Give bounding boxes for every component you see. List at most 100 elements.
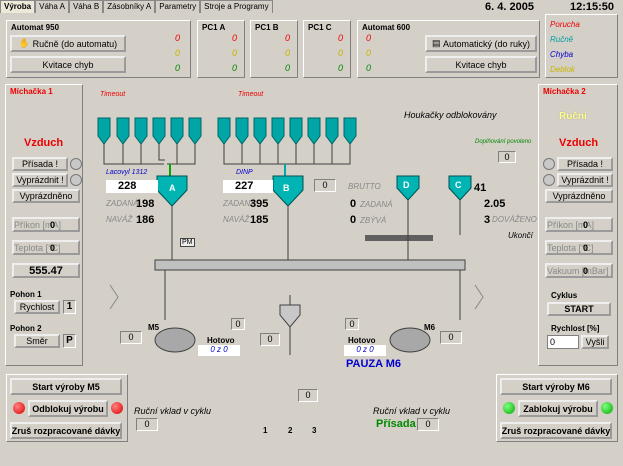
rucni-vklad-1-val: 0 xyxy=(136,418,158,431)
mixer1-rychlost-val: 1 xyxy=(63,300,76,314)
automat600-v1: 0 xyxy=(366,33,372,43)
automat950-mode-label: Ručně (do automatu) xyxy=(32,38,118,49)
mixer2-vysli-button[interactable]: Vyšli xyxy=(581,335,609,349)
automat950-title: Automat 950 xyxy=(11,23,60,32)
mixer1-prikon-val: 0 xyxy=(50,219,56,230)
center-val: 0 xyxy=(260,333,280,346)
mixer2-vakuum-label: Vakuum [mBar] xyxy=(547,265,609,276)
ukonci-label: Ukončí xyxy=(508,231,533,240)
legend-chyba: Chyba xyxy=(550,50,574,59)
center-funnel xyxy=(279,304,301,328)
vaha-d-zadana-label: ZADANÁ xyxy=(360,200,393,209)
pc1b-panel: PC1 B 0 0 0 xyxy=(250,20,298,78)
mixer2-vyprazdnit-button[interactable]: Vyprázdnit ! xyxy=(557,173,613,187)
mixer2-rychlost-input[interactable]: 0 xyxy=(547,335,579,349)
m6-pauza: PAUZA M6 xyxy=(346,358,401,370)
zablokuj-button[interactable]: Zablokuj výrobu xyxy=(518,400,598,417)
hopper-a-letter: A xyxy=(169,183,176,193)
mixer2-teplota-val: 0 xyxy=(583,242,589,253)
mixer1-smer-button[interactable]: Směr xyxy=(14,334,60,348)
hopper-c-letter: C xyxy=(455,180,462,190)
outlet-3: 3 xyxy=(312,426,317,435)
legend-porucha: Porucha xyxy=(550,20,580,29)
m6-hotovo: Hotovo xyxy=(348,336,376,345)
mixer1-vyprazdneno-button[interactable]: Vyprázdněno xyxy=(12,189,80,203)
pc1c-panel: PC1 C 0 0 0 xyxy=(303,20,351,78)
mixer2-panel: Míchačka 2 Ruční Vzduch Přísada ! Vypráz… xyxy=(538,84,618,366)
legend-rucne: Ručně xyxy=(550,35,574,44)
m6-label: M6 xyxy=(424,323,436,332)
vaha-b-name: DINP xyxy=(236,169,253,176)
pc1c-v2: 0 xyxy=(338,48,344,58)
vaha-d-zbyva: 0 xyxy=(350,214,357,226)
mixer2-prisada-button[interactable]: Přísada ! xyxy=(557,157,613,171)
vaha-a-brutto: 228 xyxy=(106,180,158,193)
automat600-panel: Automat 600 0 0 0 ▤ Automatický (do ruky… xyxy=(357,20,540,78)
start-m6-button[interactable]: Start výroby M6 xyxy=(500,378,612,395)
automat600-mode-button[interactable]: ▤ Automatický (do ruky) xyxy=(425,35,537,52)
mixer2-teplota: Teplota [°C] 0 xyxy=(545,240,613,255)
automat950-mode-button[interactable]: ✋ Ručně (do automatu) xyxy=(10,35,126,52)
vaha-d-zbyva-label: ZBÝVÁ xyxy=(360,216,387,225)
m6-led-left xyxy=(503,402,515,414)
pc1a-v2: 0 xyxy=(232,48,238,58)
pc1a-title: PC1 A xyxy=(202,23,226,32)
mixer2-vyprazdnit-led xyxy=(543,174,555,186)
machine-icon: ▤ xyxy=(431,38,441,48)
mixer1-prisada-led xyxy=(70,158,82,170)
mixer1-panel: Míchačka 1 Vzduch Přísada ! Vyprázdnit !… xyxy=(5,84,83,366)
mixer2-vyprazdneno-button[interactable]: Vyprázdněno xyxy=(545,189,613,203)
vaha-a-name: Lacovyl 1312 xyxy=(106,169,148,176)
m6-control-panel: Start výroby M6 Zablokuj výrobu Zruš roz… xyxy=(496,374,618,442)
automat600-title: Automat 600 xyxy=(362,23,411,32)
tab-vaha-b[interactable]: Váha B xyxy=(68,0,104,13)
automat950-v3: 0 xyxy=(175,63,181,73)
tab-zasobniky-a[interactable]: Zásobníky A xyxy=(103,0,156,13)
automat600-v3: 0 xyxy=(366,63,372,73)
m5-control-panel: Start výroby M5 Odblokuj výrobu Zruš roz… xyxy=(6,374,128,442)
m6-led-right xyxy=(601,402,613,414)
outlet-2: 2 xyxy=(288,426,293,435)
outlet-1: 1 xyxy=(263,426,268,435)
automat950-reset-button[interactable]: Kvitace chyb xyxy=(10,56,126,73)
zrus-m5-button[interactable]: Zruš rozpracované dávky xyxy=(10,422,122,439)
m5-led-left xyxy=(13,402,25,414)
mixer1-vyprazdnit-button[interactable]: Vyprázdnit ! xyxy=(12,173,68,187)
start-m5-button[interactable]: Start výroby M5 xyxy=(10,378,122,395)
odblokuj-button[interactable]: Odblokuj výrobu xyxy=(28,400,108,417)
vaha-d-zadana: 0 xyxy=(350,198,357,210)
mixer1-smer-val: P xyxy=(63,334,76,348)
pc1c-v3: 0 xyxy=(338,63,344,73)
tab-vyroba[interactable]: Výroba xyxy=(0,0,36,13)
legend-panel: Porucha Ručně Chyba Deblok xyxy=(545,14,618,78)
legend-deblok: Deblok xyxy=(550,65,575,74)
process-diagram: A B D C xyxy=(97,117,484,355)
m6-cycle: 0 z 0 xyxy=(344,345,386,356)
mixer2-start-button[interactable]: START xyxy=(547,302,611,316)
mixer-m5 xyxy=(154,327,196,353)
mixer2-prikon: Příkon [mA] 0 xyxy=(545,217,613,232)
vaha-a-navaz-label: NAVÁŽ xyxy=(106,215,133,224)
vaha-a-pm: PM xyxy=(180,238,195,247)
mixer2-vakuum-val: 0 xyxy=(583,265,589,276)
rucni-vklad-2-val: 0 xyxy=(417,418,439,431)
vaha-d-brutto-label: BRUTTO xyxy=(348,182,381,191)
tab-stroje[interactable]: Stroje a Programy xyxy=(200,0,273,13)
automat600-reset-button[interactable]: Kvitace chyb xyxy=(425,56,537,73)
mixer2-cyklus: Cyklus xyxy=(551,291,578,300)
time: 12:15:50 xyxy=(570,1,615,13)
pc1b-v2: 0 xyxy=(285,48,291,58)
vaha-a-navaz: 186 xyxy=(136,214,155,226)
zrus-m6-button[interactable]: Zruš rozpracované dávky xyxy=(500,422,612,439)
mixer1-prisada-button[interactable]: Přísada ! xyxy=(12,157,68,171)
date: 6. 4. 2005 xyxy=(485,1,534,13)
mixer1-rychlost-button[interactable]: Rychlost xyxy=(14,300,60,314)
mixer1-teplota-val: 0 xyxy=(50,242,56,253)
mixer1-pohon2: Pohon 2 xyxy=(10,324,42,333)
m5-val: 0 xyxy=(120,331,142,344)
m5-led-right xyxy=(111,402,123,414)
pc1b-v1: 0 xyxy=(285,33,291,43)
tab-vaha-a[interactable]: Váha A xyxy=(35,0,69,13)
tab-parametry[interactable]: Parametry xyxy=(155,0,201,13)
mixer2-prisada-led xyxy=(543,158,555,170)
